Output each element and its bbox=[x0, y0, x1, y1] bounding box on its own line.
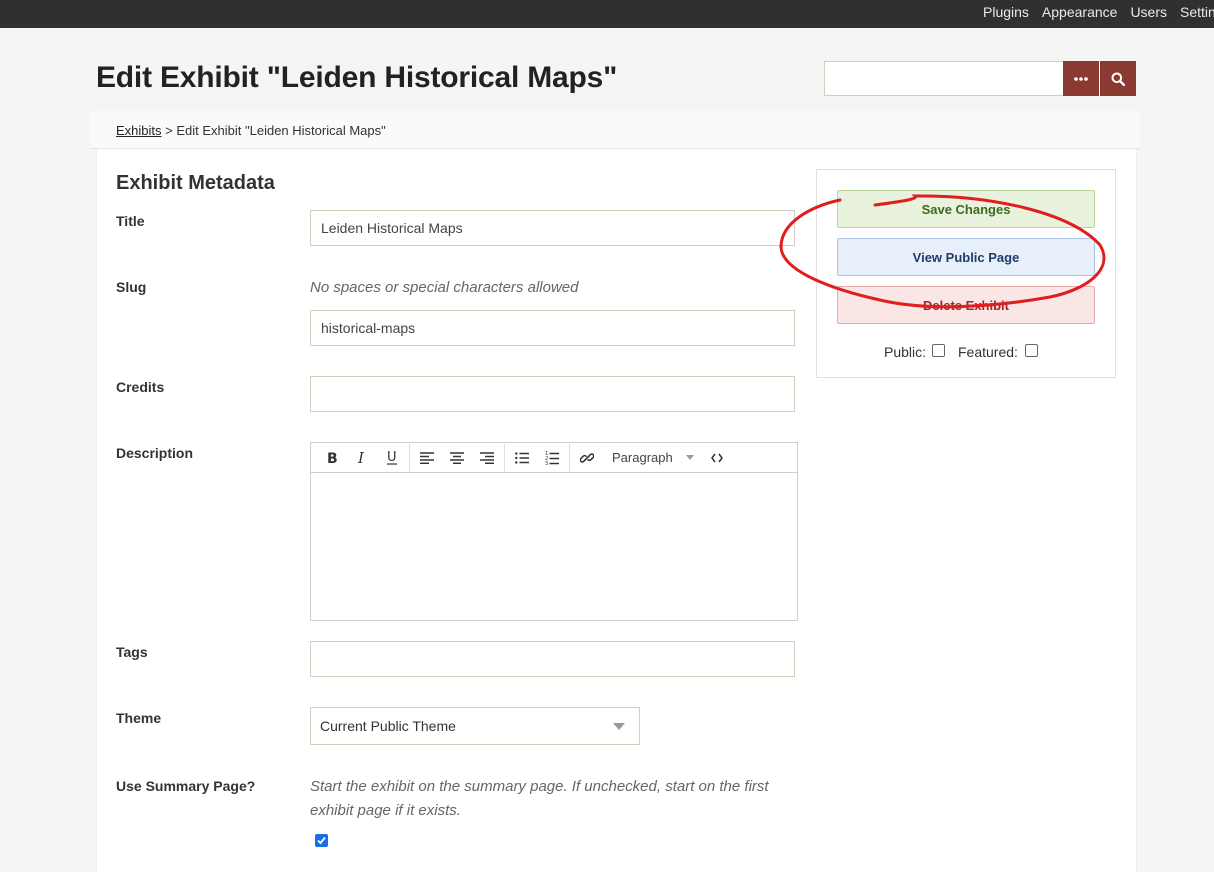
title-label: Title bbox=[116, 213, 145, 229]
breadcrumb: Exhibits > Edit Exhibit "Leiden Historic… bbox=[116, 123, 386, 138]
breadcrumb-separator: > bbox=[161, 123, 177, 138]
italic-button[interactable]: I bbox=[347, 444, 377, 472]
view-public-page-button[interactable]: View Public Page bbox=[837, 238, 1095, 276]
tags-input[interactable] bbox=[310, 641, 795, 677]
tags-label: Tags bbox=[116, 644, 148, 660]
align-left-button[interactable] bbox=[412, 444, 442, 472]
more-options-icon bbox=[1074, 76, 1088, 81]
link-button[interactable] bbox=[572, 444, 602, 472]
public-label: Public: bbox=[884, 344, 927, 360]
theme-select[interactable]: Current Public Theme bbox=[310, 707, 640, 745]
top-bar: Plugins Appearance Users Settings bbox=[0, 0, 1214, 28]
slug-hint: No spaces or special characters allowed bbox=[310, 279, 579, 296]
theme-select-value: Current Public Theme bbox=[320, 718, 456, 734]
breadcrumb-current: Edit Exhibit "Leiden Historical Maps" bbox=[176, 123, 386, 138]
search-input[interactable] bbox=[824, 61, 1064, 96]
svg-text:3: 3 bbox=[545, 461, 548, 465]
numbered-list-button[interactable]: 123 bbox=[537, 444, 567, 472]
slug-label: Slug bbox=[116, 279, 147, 295]
svg-text:U: U bbox=[387, 450, 397, 465]
credits-input[interactable] bbox=[310, 376, 795, 412]
bullet-list-icon bbox=[515, 451, 529, 464]
bold-button[interactable]: B bbox=[317, 444, 347, 472]
toolbar-divider bbox=[504, 443, 505, 472]
align-right-button[interactable] bbox=[472, 444, 502, 472]
source-code-button[interactable] bbox=[702, 444, 732, 472]
svg-text:B: B bbox=[327, 451, 338, 465]
check-icon bbox=[317, 836, 326, 845]
featured-checkbox[interactable] bbox=[1025, 344, 1038, 357]
align-right-icon bbox=[480, 451, 494, 464]
summary-hint: Start the exhibit on the summary page. I… bbox=[310, 775, 769, 823]
advanced-search-button[interactable] bbox=[1063, 61, 1099, 96]
align-left-icon bbox=[420, 451, 434, 464]
chevron-down-icon bbox=[686, 455, 694, 460]
underline-button[interactable]: U bbox=[377, 444, 407, 472]
nav-settings[interactable]: Settings bbox=[1180, 3, 1214, 21]
align-center-button[interactable] bbox=[442, 444, 472, 472]
toolbar-divider bbox=[409, 443, 410, 472]
description-textarea[interactable] bbox=[311, 473, 797, 620]
theme-label: Theme bbox=[116, 710, 162, 726]
svg-text:I: I bbox=[357, 451, 365, 465]
page-title: Edit Exhibit "Leiden Historical Maps" bbox=[96, 61, 618, 94]
underline-icon: U bbox=[387, 450, 397, 465]
code-icon bbox=[711, 453, 723, 462]
nav-appearance[interactable]: Appearance bbox=[1042, 3, 1118, 21]
featured-label: Featured: bbox=[958, 344, 1018, 360]
breadcrumb-bar: Exhibits > Edit Exhibit "Leiden Historic… bbox=[90, 111, 1140, 149]
description-label: Description bbox=[116, 445, 194, 461]
summary-hint-line: exhibit page if it exists. bbox=[310, 802, 461, 819]
section-title: Exhibit Metadata bbox=[116, 172, 275, 194]
bold-icon: B bbox=[327, 451, 338, 465]
title-input[interactable]: Leiden Historical Maps bbox=[310, 210, 795, 246]
toolbar-divider bbox=[569, 443, 570, 472]
format-select[interactable]: Paragraph bbox=[602, 450, 702, 465]
slug-input[interactable]: historical-maps bbox=[310, 310, 795, 346]
delete-exhibit-button[interactable]: Delete Exhibit bbox=[837, 286, 1095, 324]
align-center-icon bbox=[450, 451, 464, 464]
breadcrumb-exhibits-link[interactable]: Exhibits bbox=[116, 123, 162, 138]
credits-label: Credits bbox=[116, 379, 165, 395]
nav-users[interactable]: Users bbox=[1130, 3, 1167, 21]
chevron-down-icon bbox=[613, 722, 625, 730]
link-icon bbox=[580, 452, 594, 463]
admin-nav: Plugins Appearance Users Settings bbox=[983, 3, 1214, 21]
editor-toolbar: B I U 123 Paragraph bbox=[311, 443, 797, 473]
search-icon bbox=[1111, 72, 1125, 86]
nav-plugins[interactable]: Plugins bbox=[983, 3, 1029, 21]
description-editor: B I U 123 Paragraph bbox=[310, 442, 798, 621]
bullet-list-button[interactable] bbox=[507, 444, 537, 472]
summary-hint-line: Start the exhibit on the summary page. I… bbox=[310, 778, 769, 795]
search-button[interactable] bbox=[1100, 61, 1136, 96]
save-changes-button[interactable]: Save Changes bbox=[837, 190, 1095, 228]
use-summary-checkbox[interactable] bbox=[315, 834, 328, 847]
numbered-list-icon: 123 bbox=[545, 451, 559, 465]
italic-icon: I bbox=[357, 451, 365, 465]
summary-label: Use Summary Page? bbox=[116, 778, 256, 794]
format-select-value: Paragraph bbox=[612, 450, 673, 465]
public-checkbox[interactable] bbox=[932, 344, 945, 357]
